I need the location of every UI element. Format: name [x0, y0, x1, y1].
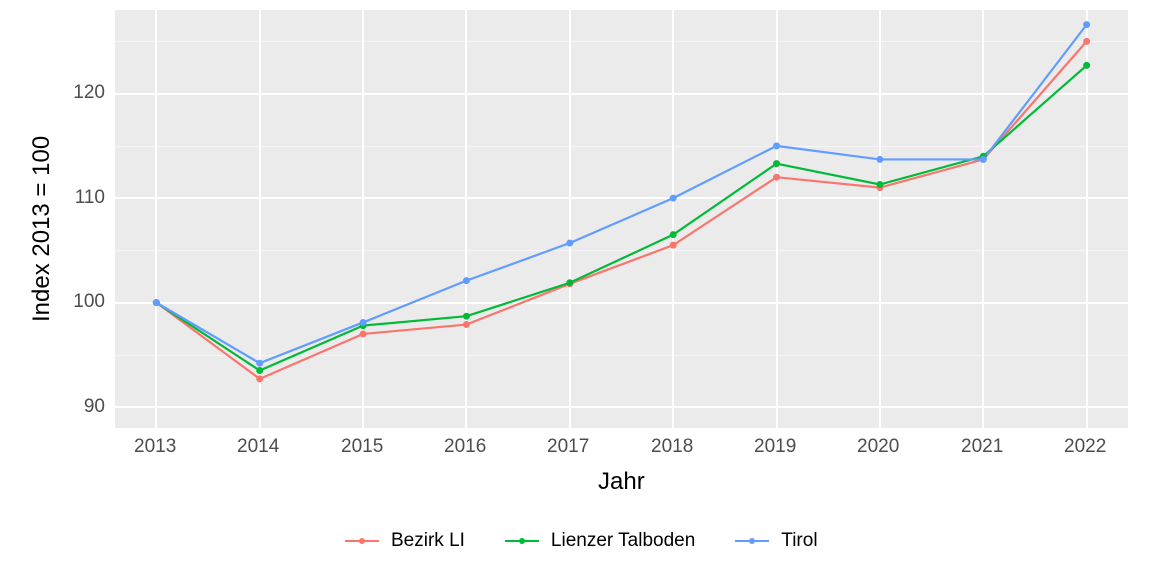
series-line-tirol [156, 25, 1086, 364]
series-line-lienzer-talboden [156, 65, 1086, 370]
series-points-tirol [153, 22, 1089, 367]
series-svg [115, 10, 1128, 428]
x-tick-label: 2017 [547, 436, 589, 458]
y-tick-label: 100 [73, 291, 105, 313]
x-tick-label: 2013 [134, 436, 176, 458]
x-tick-label: 2015 [341, 436, 383, 458]
series-points-bezirk-li [153, 38, 1089, 382]
y-tick-label: 110 [75, 187, 105, 209]
series-points-lienzer-talboden [153, 62, 1089, 373]
legend-item-lienzer-talboden: Lienzer Talboden [505, 530, 695, 552]
x-axis-title: Jahr [598, 468, 645, 496]
x-tick-label: 2018 [651, 436, 693, 458]
legend-label: Bezirk LI [391, 530, 465, 552]
y-tick-label: 120 [73, 82, 105, 104]
chart-stage: 120 110 100 90 2013 2014 2015 2016 2017 … [0, 0, 1152, 576]
x-tick-label: 2022 [1064, 436, 1106, 458]
legend-label: Lienzer Talboden [551, 530, 695, 552]
x-tick-label: 2014 [237, 436, 279, 458]
x-tick-label: 2016 [444, 436, 486, 458]
x-tick-label: 2021 [961, 436, 1003, 458]
x-tick-label: 2019 [754, 436, 796, 458]
series-line-bezirk-li [156, 41, 1086, 379]
legend-item-tirol: Tirol [735, 530, 817, 552]
legend-key-icon [345, 531, 379, 551]
x-tick-label: 2020 [857, 436, 899, 458]
plot-panel [115, 10, 1128, 428]
legend-key-icon [735, 531, 769, 551]
legend-label: Tirol [781, 530, 817, 552]
legend: Bezirk LI Lienzer Talboden Tirol [345, 530, 818, 552]
y-tick-label: 90 [84, 396, 105, 418]
y-axis-title: Index 2013 = 100 [28, 136, 56, 322]
legend-item-bezirk-li: Bezirk LI [345, 530, 465, 552]
legend-key-icon [505, 531, 539, 551]
